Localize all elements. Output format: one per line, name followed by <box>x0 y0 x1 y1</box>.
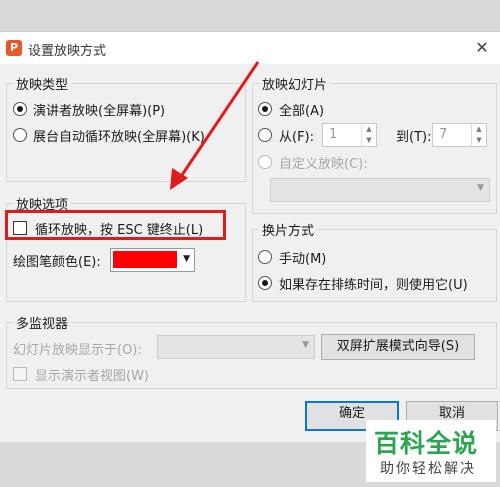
watermark-main: 百科全说 <box>374 429 479 458</box>
watermark-sub: 助你轻松解决 <box>380 461 476 477</box>
watermark: 百科全说 助你轻松解决 <box>366 420 496 482</box>
annotation-arrow-icon <box>170 61 260 190</box>
